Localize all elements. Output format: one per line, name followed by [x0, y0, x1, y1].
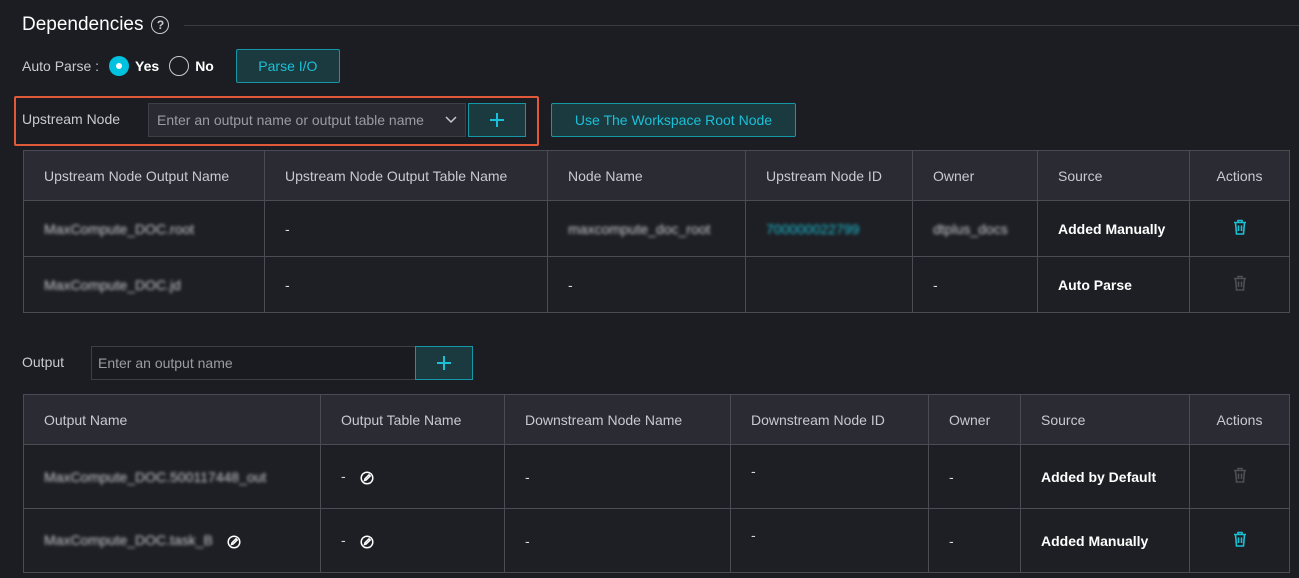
table-row: MaxCompute_DOC.task_B - - - - Added Manu…: [23, 508, 1290, 573]
output-table-name: -: [264, 200, 548, 257]
owner: -: [912, 256, 1038, 313]
add-upstream-button[interactable]: [468, 103, 526, 137]
edit-icon[interactable]: [360, 471, 374, 485]
upstream-select-placeholder: Enter an output name or output table nam…: [157, 112, 424, 128]
downstream-node-id: -: [730, 508, 929, 573]
node-id-link[interactable]: 700000022799: [766, 221, 859, 237]
edit-icon[interactable]: [360, 535, 374, 549]
col-node-name: Node Name: [547, 150, 746, 201]
output-name: MaxCompute_DOC.root: [44, 220, 195, 237]
output-name: MaxCompute_DOC.jd: [44, 276, 181, 293]
output-table-name: -: [341, 532, 346, 549]
radio-checked-icon: [109, 56, 130, 76]
trash-icon[interactable]: [1231, 530, 1249, 548]
auto-parse-yes-radio[interactable]: Yes: [109, 56, 159, 76]
upstream-table-header: Upstream Node Output Name Upstream Node …: [23, 150, 1290, 201]
output-label: Output: [22, 354, 65, 370]
node-name: -: [547, 256, 746, 313]
auto-parse-row: Auto Parse : Yes No Parse I/O: [22, 49, 340, 83]
output-table-header: Output Name Output Table Name Downstream…: [23, 394, 1290, 445]
divider: [184, 25, 1299, 26]
node-id: [745, 256, 913, 313]
source: Added by Default: [1020, 444, 1190, 509]
parse-io-button[interactable]: Parse I/O: [235, 49, 340, 83]
source: Added Manually: [1037, 200, 1190, 257]
owner: -: [928, 508, 1021, 573]
auto-parse-no-radio[interactable]: No: [169, 56, 214, 76]
node-name: maxcompute_doc_root: [568, 220, 711, 237]
use-workspace-root-button[interactable]: Use The Workspace Root Node: [551, 103, 796, 137]
col-actions: Actions: [1189, 150, 1290, 201]
col-actions: Actions: [1189, 394, 1290, 445]
trash-icon: [1231, 274, 1249, 292]
source: Auto Parse: [1037, 256, 1190, 313]
auto-parse-label: Auto Parse :: [22, 58, 100, 74]
output-name: MaxCompute_DOC.task_B: [44, 532, 213, 549]
trash-icon[interactable]: [1231, 218, 1249, 236]
output-name-input[interactable]: Enter an output name: [91, 346, 416, 380]
radio-yes-label: Yes: [135, 58, 160, 74]
dependencies-title: Dependencies: [22, 14, 144, 35]
add-output-button[interactable]: [415, 346, 473, 380]
plus-icon: [490, 113, 504, 127]
downstream-node-id: -: [730, 444, 929, 509]
table-row: MaxCompute_DOC.jd - - - Auto Parse: [23, 256, 1290, 313]
output-table-name: -: [264, 256, 548, 313]
trash-icon: [1231, 466, 1249, 484]
col-source: Source: [1020, 394, 1190, 445]
col-owner: Owner: [928, 394, 1021, 445]
col-output-name: Output Name: [23, 394, 321, 445]
output-name: MaxCompute_DOC.500117448_out: [44, 468, 267, 485]
col-downstream-node-name: Downstream Node Name: [504, 394, 731, 445]
section-title: Dependencies ?: [22, 14, 170, 36]
radio-no-label: No: [195, 58, 214, 74]
radio-unchecked-icon: [169, 56, 190, 76]
plus-icon: [437, 356, 451, 370]
output-input-placeholder: Enter an output name: [98, 355, 233, 371]
source: Added Manually: [1020, 508, 1190, 573]
col-upstream-output-table-name: Upstream Node Output Table Name: [264, 150, 548, 201]
edit-icon[interactable]: [227, 535, 241, 549]
table-row: MaxCompute_DOC.root - maxcompute_doc_roo…: [23, 200, 1290, 257]
upstream-table: Upstream Node Output Name Upstream Node …: [23, 150, 1290, 313]
col-upstream-output-name: Upstream Node Output Name: [23, 150, 265, 201]
upstream-node-label: Upstream Node: [22, 111, 121, 127]
col-upstream-node-id: Upstream Node ID: [745, 150, 913, 201]
col-source: Source: [1037, 150, 1190, 201]
help-icon[interactable]: ?: [151, 16, 170, 34]
output-table-name: -: [341, 468, 346, 485]
downstream-node-name: -: [504, 508, 731, 573]
col-downstream-node-id: Downstream Node ID: [730, 394, 929, 445]
output-table: Output Name Output Table Name Downstream…: [23, 394, 1290, 573]
chevron-down-icon: [445, 113, 457, 127]
col-output-table-name: Output Table Name: [320, 394, 505, 445]
owner: -: [928, 444, 1021, 509]
owner: dtplus_docs: [933, 220, 1008, 237]
upstream-node-select[interactable]: Enter an output name or output table nam…: [148, 103, 466, 137]
downstream-node-name: -: [504, 444, 731, 509]
col-owner: Owner: [912, 150, 1038, 201]
table-row: MaxCompute_DOC.500117448_out - - - - Add…: [23, 444, 1290, 509]
